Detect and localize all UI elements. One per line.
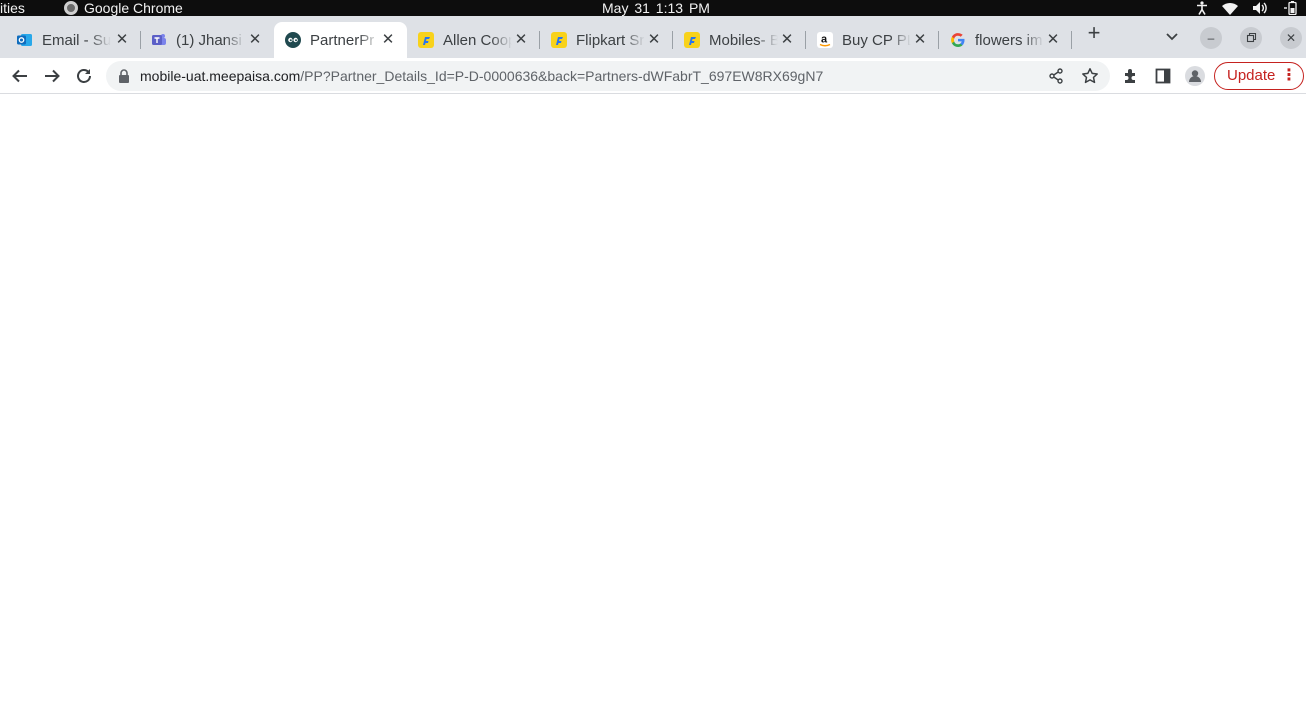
tab-title: Mobiles- B	[709, 31, 778, 49]
tab-title: Email - Sul	[42, 31, 111, 49]
address-bar[interactable]: mobile-uat.meepaisa.com/PP?Partner_Detai…	[106, 61, 1110, 91]
extensions-puzzle-icon[interactable]	[1119, 64, 1143, 88]
close-tab-icon[interactable]: ✕	[113, 31, 131, 49]
back-arrow-icon[interactable]	[8, 64, 32, 88]
page-content-blank	[0, 94, 1306, 715]
update-label: Update	[1227, 67, 1276, 84]
tab-strip: Email - Sul ✕ (1) Jhansi ✕ PartnerPr ✕ A…	[0, 16, 1306, 58]
svg-text:a: a	[821, 34, 828, 46]
close-tab-icon[interactable]: ✕	[246, 31, 264, 49]
new-tab-button[interactable]: +	[1082, 22, 1106, 46]
tab-title: flowers im	[975, 31, 1043, 49]
forward-arrow-icon[interactable]	[40, 64, 64, 88]
google-icon	[950, 32, 966, 48]
tab-search-chevron-icon[interactable]	[1162, 26, 1182, 46]
app-menu[interactable]: Google Chrome	[64, 0, 183, 16]
side-panel-icon[interactable]	[1151, 64, 1175, 88]
close-tab-icon[interactable]: ✕	[911, 31, 929, 49]
tab-separator	[1071, 31, 1072, 49]
tab-flipkart[interactable]: Flipkart Sr ✕	[540, 22, 673, 58]
flipkart-icon	[551, 32, 567, 48]
close-tab-icon[interactable]: ✕	[379, 31, 397, 49]
tab-title: PartnerPr	[310, 31, 375, 49]
close-window-icon[interactable]: ✕	[1280, 27, 1302, 49]
battery-icon[interactable]	[1282, 1, 1298, 15]
system-top-bar: ities Google Chrome May 31 1:13 PM	[0, 0, 1306, 16]
chrome-app-icon	[64, 1, 78, 15]
close-tab-icon[interactable]: ✕	[1044, 31, 1062, 49]
tab-mobiles[interactable]: Mobiles- B ✕	[673, 22, 806, 58]
tab-title: Buy CP PL	[842, 31, 911, 49]
url-text[interactable]: mobile-uat.meepaisa.com/PP?Partner_Detai…	[140, 61, 823, 91]
flipkart-icon	[418, 32, 434, 48]
profile-avatar-icon[interactable]	[1183, 64, 1207, 88]
flipkart-icon	[684, 32, 700, 48]
close-tab-icon[interactable]: ✕	[645, 31, 663, 49]
app-name: Google Chrome	[84, 0, 183, 16]
activities-button[interactable]: ities	[0, 0, 25, 16]
share-icon[interactable]	[1048, 68, 1064, 89]
tab-allen-coop[interactable]: Allen Coop ✕	[407, 22, 540, 58]
update-button[interactable]: Update ⋮	[1214, 62, 1304, 90]
tab-title: Flipkart Sr	[576, 31, 645, 49]
reload-icon[interactable]	[72, 64, 96, 88]
volume-icon[interactable]	[1252, 1, 1268, 15]
tab-title: Allen Coop	[443, 31, 512, 49]
bookmark-star-icon[interactable]	[1081, 67, 1099, 90]
tab-partner-active[interactable]: PartnerPr ✕	[274, 22, 407, 58]
meepaisa-icon	[285, 32, 301, 48]
tab-email[interactable]: Email - Sul ✕	[0, 22, 141, 58]
close-tab-icon[interactable]: ✕	[512, 31, 530, 49]
minimize-window-icon[interactable]: –	[1200, 27, 1222, 49]
tab-title: (1) Jhansi	[176, 31, 242, 49]
system-clock[interactable]: May 31 1:13 PM	[602, 0, 710, 16]
outlook-icon	[17, 32, 33, 48]
accessibility-icon[interactable]	[1196, 1, 1208, 15]
restore-window-icon[interactable]	[1240, 27, 1262, 49]
teams-icon	[151, 32, 167, 48]
wifi-icon[interactable]	[1222, 2, 1238, 15]
lock-icon[interactable]	[118, 69, 130, 88]
system-tray[interactable]	[1196, 0, 1298, 16]
menu-kebab-icon[interactable]: ⋮	[1281, 63, 1297, 89]
url-path: /PP?Partner_Details_Id=P-D-0000636&back=…	[300, 68, 824, 84]
close-tab-icon[interactable]: ✕	[778, 31, 796, 49]
amazon-icon: a	[817, 32, 833, 48]
browser-toolbar: mobile-uat.meepaisa.com/PP?Partner_Detai…	[0, 58, 1306, 94]
tab-flowers[interactable]: flowers im ✕	[939, 22, 1072, 58]
tab-teams[interactable]: (1) Jhansi ✕	[141, 22, 274, 58]
url-host: mobile-uat.meepaisa.com	[140, 68, 301, 84]
tab-amazon[interactable]: a Buy CP PL ✕	[806, 22, 939, 58]
